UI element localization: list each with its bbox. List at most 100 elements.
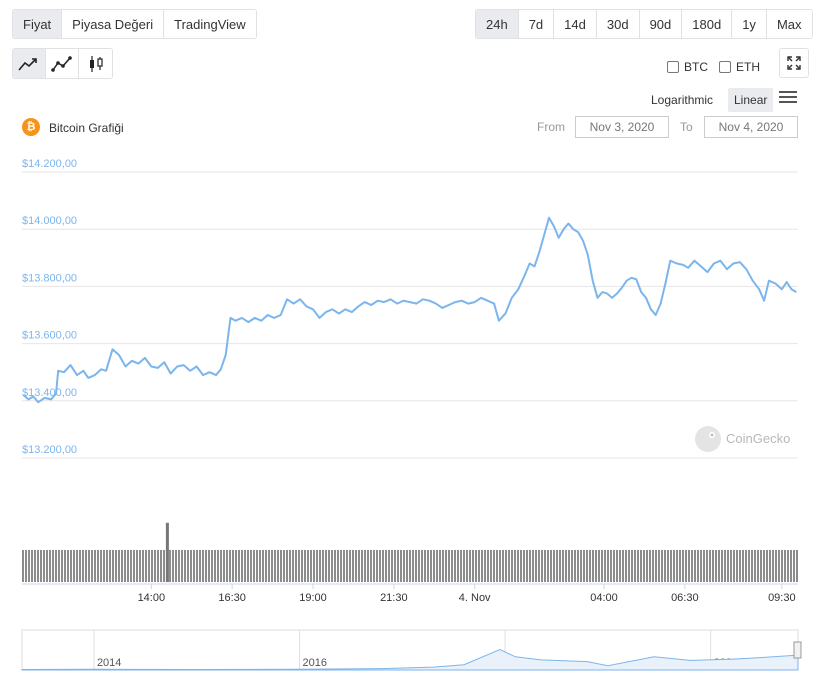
volume-bar (406, 550, 408, 582)
volume-bar (307, 550, 309, 582)
volume-bar (571, 550, 573, 582)
volume-bar (589, 550, 591, 582)
volume-bar (466, 550, 468, 582)
volume-bar (520, 550, 522, 582)
navigator-label: 2016 (303, 657, 327, 669)
volume-bar (601, 550, 603, 582)
volume-bar (493, 550, 495, 582)
volume-bar (475, 550, 477, 582)
volume-bar (754, 550, 756, 582)
volume-bar (115, 550, 117, 582)
volume-bar (328, 550, 330, 582)
volume-bar (757, 550, 759, 582)
volume-bar (790, 550, 792, 582)
volume-bar (460, 550, 462, 582)
volume-bar (613, 550, 615, 582)
volume-bar (763, 550, 765, 582)
volume-bar (547, 550, 549, 582)
volume-bar (622, 550, 624, 582)
volume-bar (487, 550, 489, 582)
volume-bar (628, 550, 630, 582)
volume-bar (727, 550, 729, 582)
volume-bar (370, 550, 372, 582)
volume-bar (796, 550, 798, 582)
volume-bar (61, 550, 63, 582)
volume-bar (778, 550, 780, 582)
volume-bar (238, 550, 240, 582)
volume-bar (265, 550, 267, 582)
volume-bar (196, 550, 198, 582)
volume-bar (766, 550, 768, 582)
volume-bar (463, 550, 465, 582)
volume-bar (439, 550, 441, 582)
volume-bar (580, 550, 582, 582)
volume-bar (634, 550, 636, 582)
volume-bar (607, 550, 609, 582)
volume-bar (529, 550, 531, 582)
volume-bar (658, 550, 660, 582)
volume-bar (22, 550, 24, 582)
volume-bar (505, 550, 507, 582)
volume-bar (688, 550, 690, 582)
volume-bar (619, 550, 621, 582)
volume-bar (145, 550, 147, 582)
volume-bar (673, 550, 675, 582)
volume-bar (508, 550, 510, 582)
volume-bar (187, 550, 189, 582)
volume-bar (127, 550, 129, 582)
volume-bar (787, 550, 789, 582)
volume-bar (304, 550, 306, 582)
y-tick-label: $13.200,00 (22, 444, 77, 456)
volume-bar (193, 550, 195, 582)
volume-bar (136, 550, 138, 582)
volume-bar (697, 550, 699, 582)
volume-bar (352, 550, 354, 582)
volume-bar (301, 550, 303, 582)
volume-bar (25, 550, 27, 582)
volume-bar (490, 550, 492, 582)
volume-bar (421, 550, 423, 582)
volume-bar (412, 550, 414, 582)
volume-bar (223, 550, 225, 582)
volume-bar (415, 550, 417, 582)
volume-bar (721, 550, 723, 582)
volume-bar (232, 550, 234, 582)
volume-bar (250, 550, 252, 582)
volume-bar (346, 550, 348, 582)
volume-bar (142, 550, 144, 582)
volume-bar (382, 550, 384, 582)
volume-bar (151, 550, 153, 582)
volume-bar (736, 550, 738, 582)
volume-bar (583, 550, 585, 582)
volume-bar (652, 550, 654, 582)
volume-bar (181, 550, 183, 582)
volume-bar (676, 550, 678, 582)
volume-bar (739, 550, 741, 582)
volume-bar (781, 550, 783, 582)
volume-bar (64, 550, 66, 582)
volume-bar (274, 550, 276, 582)
volume-bar (430, 550, 432, 582)
volume-bar (499, 550, 501, 582)
volume-bar (502, 550, 504, 582)
volume-bar (700, 550, 702, 582)
volume-bar (202, 550, 204, 582)
volume-bar (280, 550, 282, 582)
volume-bar (535, 550, 537, 582)
volume-bar (82, 550, 84, 582)
volume-bar (358, 550, 360, 582)
volume-bar (277, 550, 279, 582)
volume-bar (553, 550, 555, 582)
volume-bar (496, 550, 498, 582)
y-tick-label: $13.600,00 (22, 330, 77, 342)
volume-bar (379, 550, 381, 582)
volume-bar (679, 550, 681, 582)
volume-bar (130, 550, 132, 582)
volume-bar (592, 550, 594, 582)
volume-bar (511, 550, 513, 582)
x-tick-label: 4. Nov (459, 592, 491, 604)
coingecko-logo-icon (695, 426, 721, 452)
volume-bar (400, 550, 402, 582)
volume-bar (169, 550, 171, 582)
volume-bar (91, 550, 93, 582)
